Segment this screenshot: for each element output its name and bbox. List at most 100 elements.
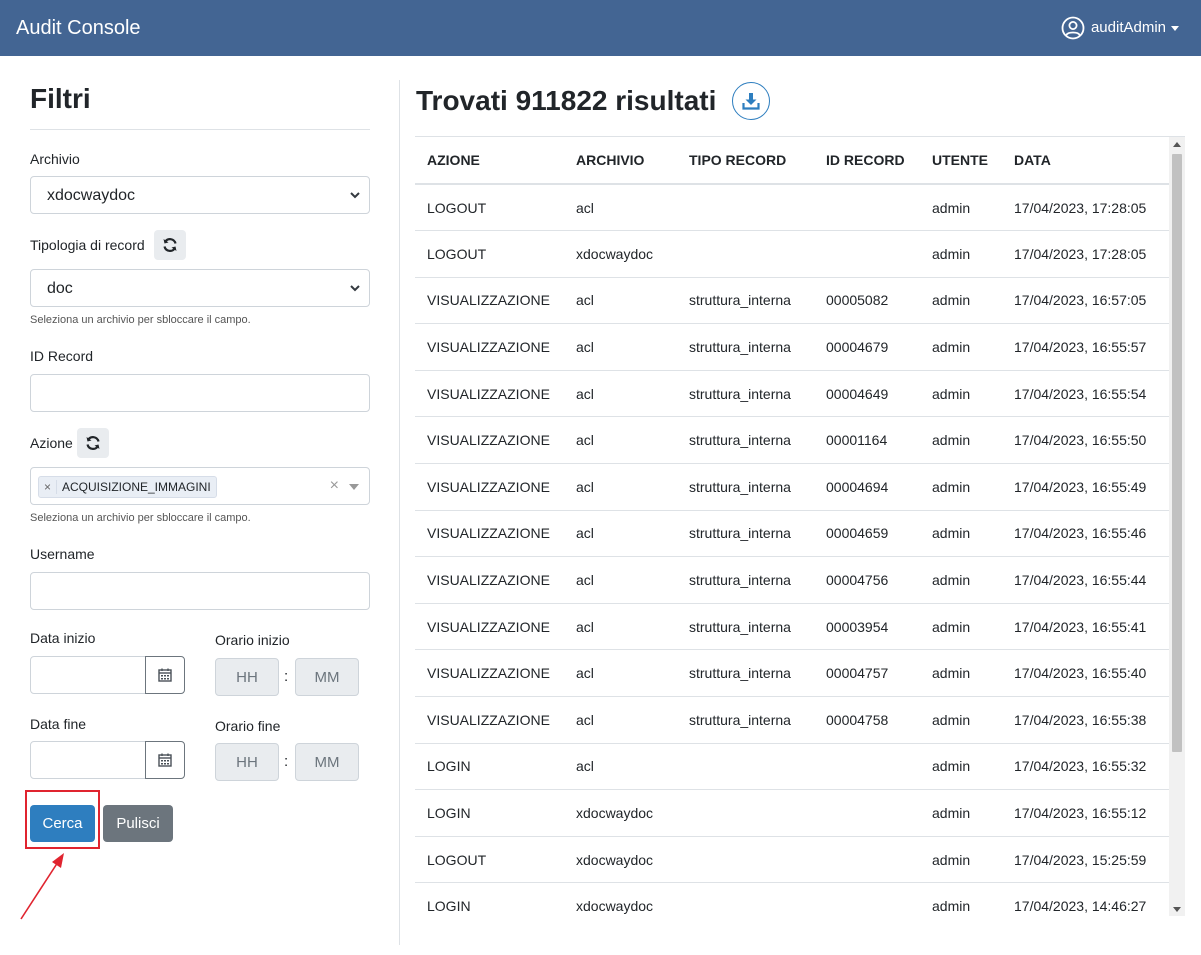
cell-utente: admin <box>920 696 1002 744</box>
data-fine-calendar-button[interactable] <box>145 741 185 779</box>
table-row[interactable]: VISUALIZZAZIONE acl struttura_interna 00003… <box>415 603 1169 651</box>
table-row[interactable]: LOGIN xdocwaydoc admin 17/04/2023, 14:46:27 <box>415 882 1169 916</box>
cell-tipo-record <box>677 789 814 837</box>
cell-azione: LOGIN <box>415 789 564 837</box>
cell-tipo-record <box>677 184 814 232</box>
scroll-up-arrow-icon[interactable] <box>1173 142 1181 147</box>
cell-utente: admin <box>920 649 1002 698</box>
azione-label: Azione <box>30 435 73 451</box>
cell-id-record <box>814 836 920 884</box>
tag-label: ACQUISIZIONE_IMMAGINI <box>62 480 211 494</box>
time-separator: : <box>284 668 289 685</box>
cell-data: 17/04/2023, 16:55:50 <box>1002 416 1169 465</box>
cell-archivio: acl <box>564 370 677 418</box>
azione-refresh-button[interactable] <box>77 428 109 458</box>
clear-selection-button[interactable]: × <box>330 477 339 495</box>
cell-utente: admin <box>920 743 1002 791</box>
tipologia-help: Seleziona un archivio per sbloccare il c… <box>30 314 251 326</box>
chevron-down-icon <box>350 285 360 292</box>
column-header-archivio[interactable]: ARCHIVIO <box>564 137 677 185</box>
cell-azione: VISUALIZZAZIONE <box>415 416 564 465</box>
cell-archivio: xdocwaydoc <box>564 789 677 837</box>
table-row[interactable]: LOGOUT acl admin 17/04/2023, 17:28:05 <box>415 184 1169 232</box>
archivio-select[interactable]: xdocwaydoc <box>30 176 370 214</box>
scroll-down-arrow-icon[interactable] <box>1173 907 1181 912</box>
app-title[interactable]: Audit Console <box>16 16 141 40</box>
cell-archivio: acl <box>564 184 677 232</box>
cell-id-record: 00004756 <box>814 556 920 604</box>
filters-divider <box>30 129 370 130</box>
cell-archivio: xdocwaydoc <box>564 882 677 916</box>
table-row[interactable]: LOGOUT xdocwaydoc admin 17/04/2023, 17:28:0… <box>415 230 1169 278</box>
table-row[interactable]: VISUALIZZAZIONE acl struttura_interna 00004… <box>415 463 1169 511</box>
orario-inizio-mm[interactable]: MM <box>295 658 359 696</box>
cell-azione: VISUALIZZAZIONE <box>415 323 564 371</box>
column-header-data[interactable]: DATA <box>1002 137 1169 185</box>
cell-tipo-record: struttura_interna <box>677 510 814 558</box>
user-menu[interactable]: auditAdmin <box>1061 16 1179 40</box>
azione-tag: × ACQUISIZIONE_IMMAGINI <box>38 476 217 498</box>
cell-azione: LOGIN <box>415 882 564 916</box>
azione-multiselect[interactable]: × ACQUISIZIONE_IMMAGINI × <box>30 467 370 505</box>
cell-id-record <box>814 184 920 232</box>
cell-utente: admin <box>920 277 1002 325</box>
table-row[interactable]: VISUALIZZAZIONE acl struttura_interna 00004… <box>415 323 1169 371</box>
data-inizio-input[interactable] <box>30 656 146 694</box>
id-record-input[interactable] <box>30 374 370 412</box>
column-header-tipo-record[interactable]: TIPO RECORD <box>677 137 814 185</box>
cell-data: 17/04/2023, 16:55:54 <box>1002 370 1169 418</box>
tipologia-select[interactable]: doc <box>30 269 370 307</box>
cell-archivio: acl <box>564 743 677 791</box>
table-row[interactable]: LOGOUT xdocwaydoc admin 17/04/2023, 15:25:5… <box>415 836 1169 884</box>
table-row[interactable]: VISUALIZZAZIONE acl struttura_interna 00004… <box>415 649 1169 698</box>
cell-data: 17/04/2023, 16:55:12 <box>1002 789 1169 837</box>
tag-remove-button[interactable]: × <box>39 480 57 494</box>
column-header-utente[interactable]: UTENTE <box>920 137 1002 185</box>
table-row[interactable]: LOGIN acl admin 17/04/2023, 16:55:32 <box>415 743 1169 791</box>
table-row[interactable]: VISUALIZZAZIONE acl struttura_interna 00001… <box>415 416 1169 465</box>
data-fine-input[interactable] <box>30 741 146 779</box>
cell-id-record <box>814 882 920 916</box>
download-button[interactable] <box>732 82 771 120</box>
cell-id-record: 00004758 <box>814 696 920 744</box>
table-scrollbar[interactable] <box>1169 137 1185 916</box>
cell-archivio: acl <box>564 696 677 744</box>
cell-archivio: acl <box>564 277 677 325</box>
search-button[interactable]: Cerca <box>30 805 95 842</box>
tipologia-refresh-button[interactable] <box>154 230 186 260</box>
cell-data: 17/04/2023, 16:55:44 <box>1002 556 1169 604</box>
table-row[interactable]: VISUALIZZAZIONE acl struttura_interna 00005… <box>415 277 1169 325</box>
dropdown-arrow-icon[interactable] <box>349 484 359 490</box>
table-row[interactable]: VISUALIZZAZIONE acl struttura_interna 00004… <box>415 370 1169 418</box>
tipologia-value: doc <box>47 280 73 297</box>
refresh-icon <box>163 238 177 252</box>
results-table-container[interactable]: AZIONE ARCHIVIO TIPO RECORD ID RECORD UT… <box>415 136 1185 916</box>
cell-tipo-record <box>677 882 814 916</box>
cell-azione: VISUALIZZAZIONE <box>415 649 564 698</box>
scrollbar-thumb[interactable] <box>1172 154 1182 752</box>
table-row[interactable]: VISUALIZZAZIONE acl struttura_interna 00004… <box>415 556 1169 604</box>
orario-fine-mm[interactable]: MM <box>295 743 359 781</box>
results-header: Trovati 911822 risultati <box>416 82 771 120</box>
table-row[interactable]: VISUALIZZAZIONE acl struttura_interna 00004… <box>415 696 1169 744</box>
clear-button[interactable]: Pulisci <box>103 805 173 842</box>
cell-data: 17/04/2023, 16:55:46 <box>1002 510 1169 558</box>
orario-fine-hh[interactable]: HH <box>215 743 279 781</box>
table-row[interactable]: VISUALIZZAZIONE acl struttura_interna 00004… <box>415 510 1169 558</box>
data-inizio-calendar-button[interactable] <box>145 656 185 694</box>
cell-id-record: 00003954 <box>814 603 920 651</box>
cell-archivio: xdocwaydoc <box>564 230 677 278</box>
cell-id-record: 00005082 <box>814 277 920 325</box>
column-header-azione[interactable]: AZIONE <box>415 137 564 185</box>
cell-utente: admin <box>920 416 1002 465</box>
cell-azione: VISUALIZZAZIONE <box>415 277 564 325</box>
cell-utente: admin <box>920 463 1002 511</box>
table-row[interactable]: LOGIN xdocwaydoc admin 17/04/2023, 16:55:12 <box>415 789 1169 837</box>
cell-utente: admin <box>920 230 1002 278</box>
cell-archivio: acl <box>564 649 677 698</box>
column-header-id-record[interactable]: ID RECORD <box>814 137 920 185</box>
orario-inizio-hh[interactable]: HH <box>215 658 279 696</box>
cell-azione: LOGOUT <box>415 184 564 232</box>
cell-id-record: 00004649 <box>814 370 920 418</box>
username-input[interactable] <box>30 572 370 610</box>
